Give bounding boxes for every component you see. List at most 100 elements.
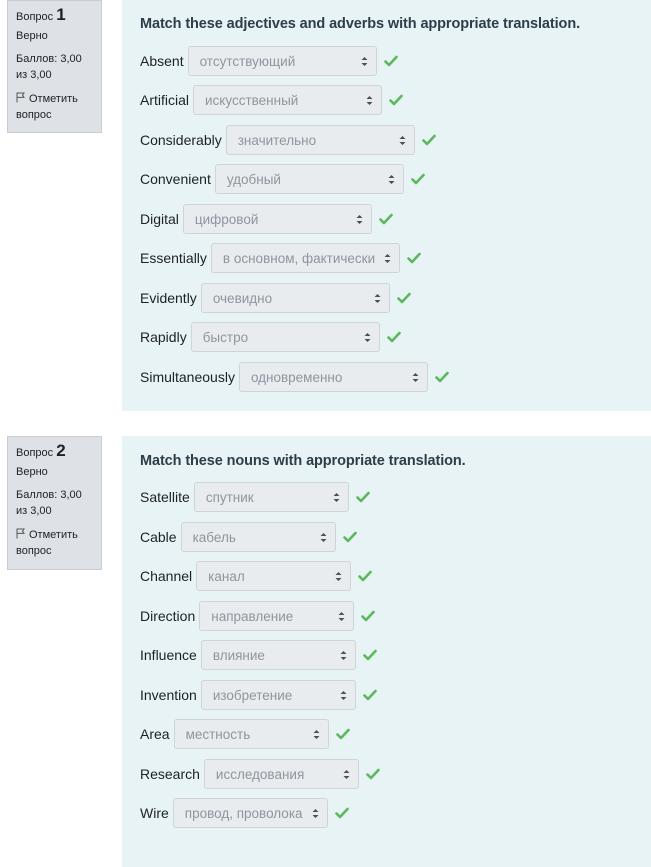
match-row: Rapidly быстро xyxy=(140,321,401,353)
match-term: Research xyxy=(140,766,200,782)
match-row: Cable кабель xyxy=(140,521,357,553)
check-icon xyxy=(389,94,403,106)
check-icon xyxy=(407,252,421,264)
sort-caret-icon xyxy=(338,612,345,621)
match-term: Cable xyxy=(140,529,177,545)
match-term: Artificial xyxy=(140,92,190,108)
match-term: Channel xyxy=(140,568,193,584)
check-icon xyxy=(342,531,357,543)
match-term: Rapidly xyxy=(140,329,187,345)
answer-select[interactable]: изобретение xyxy=(200,680,356,710)
check-icon xyxy=(356,491,370,503)
sort-caret-icon xyxy=(366,96,373,105)
sort-caret-icon xyxy=(343,770,350,779)
question-info-2: Вопрос 2 Верно Баллов: 3,00 из 3,00 Отме… xyxy=(7,436,102,570)
answer-select[interactable]: удобный xyxy=(214,164,404,194)
sort-caret-icon xyxy=(333,493,340,502)
question-grade: Баллов: 3,00 из 3,00 xyxy=(16,489,82,517)
answer-select[interactable]: направление xyxy=(199,601,355,631)
sort-caret-icon xyxy=(320,533,327,542)
sort-caret-icon xyxy=(399,136,406,145)
answer-select[interactable]: спутник xyxy=(193,482,349,512)
answer-select[interactable]: влияние xyxy=(200,640,356,670)
match-term: Essentially xyxy=(140,250,207,266)
match-row: Digital цифровой xyxy=(140,203,393,235)
sort-caret-icon xyxy=(335,572,342,581)
match-row: Considerably значительно xyxy=(140,124,436,156)
check-icon xyxy=(421,134,436,146)
answer-select[interactable]: быстро xyxy=(190,322,380,352)
sort-caret-icon xyxy=(313,730,320,739)
flag-icon xyxy=(16,92,25,103)
check-icon xyxy=(386,331,401,343)
sort-caret-icon xyxy=(388,175,395,184)
sort-caret-icon xyxy=(384,254,391,263)
match-term: Satellite xyxy=(140,489,190,505)
match-row: Channel канал xyxy=(140,560,372,592)
match-term: Influence xyxy=(140,647,197,663)
flag-question-link[interactable]: Отметить вопрос xyxy=(16,91,95,123)
check-icon xyxy=(397,292,411,304)
match-row: Direction направление xyxy=(140,600,376,632)
match-row: Evidently очевидно xyxy=(140,282,411,314)
match-row: Artificial искусственный xyxy=(140,84,403,116)
question-state: Верно xyxy=(16,466,48,478)
answer-select[interactable]: отсутствующий xyxy=(187,46,377,76)
match-row: Essentially в основном, фактически xyxy=(140,242,421,274)
match-term: Simultaneously xyxy=(140,369,235,385)
match-term: Evidently xyxy=(140,290,197,306)
check-icon xyxy=(335,728,350,740)
answer-select[interactable]: исследования xyxy=(203,759,359,789)
question-content-1: Match these adjectives and adverbs with … xyxy=(122,0,651,411)
check-icon xyxy=(363,689,377,701)
match-row: Influence влияние xyxy=(140,639,377,671)
question-content-2: Match these nouns with appropriate trans… xyxy=(122,436,651,867)
question-number: Вопрос 1 xyxy=(16,5,66,24)
match-row: Simultaneously одновременно xyxy=(140,361,449,393)
sort-caret-icon xyxy=(340,651,347,660)
sort-caret-icon xyxy=(364,333,371,342)
question-state: Верно xyxy=(16,30,48,42)
question-prompt: Match these adjectives and adverbs with … xyxy=(140,16,580,32)
match-row: Convenient удобный xyxy=(140,163,425,195)
answer-select[interactable]: значительно xyxy=(225,125,415,155)
answer-select[interactable]: в основном, фактически xyxy=(210,243,400,273)
match-row: Absent отсутствующий xyxy=(140,45,398,77)
sort-caret-icon xyxy=(356,215,363,224)
sort-caret-icon xyxy=(374,294,381,303)
flag-icon xyxy=(16,528,25,539)
answer-select[interactable]: канал xyxy=(196,561,352,591)
question-grade: Баллов: 3,00 из 3,00 xyxy=(16,53,82,81)
flag-question-link[interactable]: Отметить вопрос xyxy=(16,527,95,559)
check-icon xyxy=(383,55,398,67)
sort-caret-icon xyxy=(312,809,319,818)
answer-select[interactable]: искусственный xyxy=(193,85,383,115)
match-row: Invention изобретение xyxy=(140,679,377,711)
sort-caret-icon xyxy=(361,57,368,66)
sort-caret-icon xyxy=(412,373,419,382)
question-number: Вопрос 2 xyxy=(16,441,66,460)
match-term: Wire xyxy=(140,805,169,821)
match-term: Absent xyxy=(140,53,184,69)
check-icon xyxy=(361,610,376,622)
question-info-1: Вопрос 1 Верно Баллов: 3,00 из 3,00 Отме… xyxy=(7,0,102,133)
check-icon xyxy=(363,649,377,661)
match-term: Considerably xyxy=(140,132,222,148)
match-row: Research исследования xyxy=(140,758,380,790)
match-row: Satellite спутник xyxy=(140,481,370,513)
answer-select[interactable]: одновременно xyxy=(238,362,428,392)
answer-select[interactable]: цифровой xyxy=(182,204,372,234)
match-term: Convenient xyxy=(140,171,211,187)
question-prompt: Match these nouns with appropriate trans… xyxy=(140,453,466,469)
sort-caret-icon xyxy=(340,691,347,700)
answer-select[interactable]: провод, проволока xyxy=(172,798,328,828)
check-icon xyxy=(358,570,372,582)
match-row: Area местность xyxy=(140,718,350,750)
answer-select[interactable]: очевидно xyxy=(200,283,390,313)
answer-select[interactable]: кабель xyxy=(180,522,336,552)
answer-select[interactable]: местность xyxy=(173,719,329,749)
match-row: Wire провод, проволока xyxy=(140,797,349,829)
check-icon xyxy=(366,768,380,780)
check-icon xyxy=(411,173,425,185)
check-icon xyxy=(334,807,349,819)
